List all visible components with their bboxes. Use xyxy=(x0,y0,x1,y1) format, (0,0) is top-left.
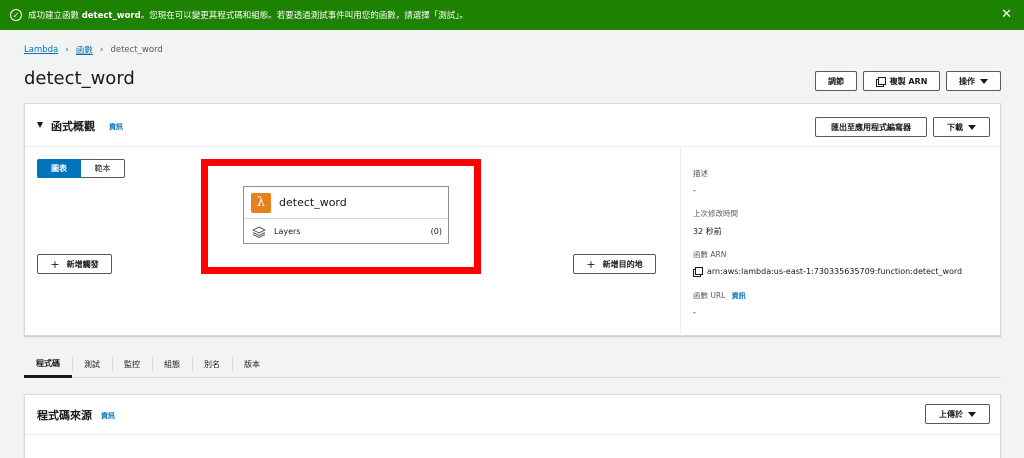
overview-info-link[interactable]: 資訊 xyxy=(109,122,123,132)
tune-button-label: 調節 xyxy=(828,76,844,86)
tab-monitor[interactable]: 監控 xyxy=(112,352,152,377)
caret-down-icon xyxy=(968,411,976,417)
function-overview-panel: 函式概觀 資訊 匯出至應用程式編寫器 下載 圖表 範本 λ detect_wor… xyxy=(24,103,1001,336)
description-label: 描述 xyxy=(693,169,708,178)
function-tabs: 程式碼 測試 監控 組態 別名 版本 xyxy=(24,352,1001,378)
tab-test[interactable]: 測試 xyxy=(72,352,112,377)
download-dropdown-button[interactable]: 下載 xyxy=(933,117,990,137)
breadcrumb-lambda[interactable]: Lambda xyxy=(24,45,58,55)
copy-icon xyxy=(875,76,886,87)
actions-dropdown-button[interactable]: 操作 xyxy=(946,71,1001,91)
code-source-header: 程式碼來源 資訊 xyxy=(25,395,1000,435)
upload-from-label: 上傳於 xyxy=(939,409,963,419)
copy-icon[interactable] xyxy=(693,267,703,277)
banner-suffix: 。您現在可以變更其程式碼和組態。若要透過測試事件叫用您的函數，請選擇「測試」。 xyxy=(140,11,468,21)
check-circle-icon: ✓ xyxy=(10,9,22,21)
last-modified-field: 上次修改時間 32 秒前 xyxy=(693,208,738,237)
function-url-label-row: 函數 URL 資訊 xyxy=(693,290,746,301)
lambda-icon: λ xyxy=(251,192,271,213)
add-destination-label: 新增目的地 xyxy=(602,259,643,269)
caret-down-icon xyxy=(968,124,976,130)
function-card-name: detect_word xyxy=(279,196,347,209)
overview-title: 函式概觀 xyxy=(51,120,95,133)
code-source-title: 程式碼來源 xyxy=(37,409,92,422)
plus-icon: + xyxy=(586,257,596,271)
add-trigger-label: 新增觸發 xyxy=(66,259,99,269)
function-card-header: λ detect_word xyxy=(244,187,448,219)
function-card[interactable]: λ detect_word Layers (0) xyxy=(243,186,449,244)
function-url-label: 函數 URL xyxy=(693,291,726,300)
layers-label: Layers xyxy=(274,227,301,236)
collapse-caret-icon[interactable] xyxy=(37,122,43,128)
export-to-composer-button[interactable]: 匯出至應用程式編寫器 xyxy=(815,117,927,137)
page-title: detect_word xyxy=(24,68,135,89)
template-view-button[interactable]: 範本 xyxy=(81,159,125,178)
function-arn-row: arn:aws:lambda:us-east-1:730335635709:fu… xyxy=(693,267,963,277)
breadcrumb-functions[interactable]: 函數 xyxy=(76,44,93,56)
layers-row[interactable]: Layers (0) xyxy=(244,219,448,244)
banner-prefix: 成功建立函數 xyxy=(28,11,82,21)
function-url-value: - xyxy=(693,308,696,317)
tab-configuration[interactable]: 組態 xyxy=(152,352,192,377)
layers-icon xyxy=(252,225,266,238)
function-arn-value: arn:aws:lambda:us-east-1:730335635709:fu… xyxy=(707,267,963,276)
description-field: 描述 - xyxy=(693,168,708,195)
function-arn-field: 函數 ARN arn:aws:lambda:us-east-1:73033563… xyxy=(693,249,963,277)
tune-button[interactable]: 調節 xyxy=(815,71,857,91)
chevron-right-icon: › xyxy=(65,45,69,55)
function-url-info-link[interactable]: 資訊 xyxy=(732,292,746,300)
tab-aliases[interactable]: 別名 xyxy=(192,352,232,377)
last-modified-label: 上次修改時間 xyxy=(693,209,738,218)
breadcrumb-current: detect_word xyxy=(110,45,163,55)
copy-arn-button[interactable]: 複製 ARN xyxy=(863,71,940,91)
view-toggle: 圖表 範本 xyxy=(37,159,125,178)
function-url-field: 函數 URL 資訊 - xyxy=(693,290,746,317)
copy-arn-label: 複製 ARN xyxy=(889,76,928,86)
description-value: - xyxy=(693,186,696,195)
close-icon[interactable]: ✕ xyxy=(1001,8,1012,21)
code-source-panel: 程式碼來源 資訊 上傳於 xyxy=(24,394,1001,458)
function-arn-label: 函數 ARN xyxy=(693,250,727,259)
upload-from-dropdown-button[interactable]: 上傳於 xyxy=(925,404,990,424)
last-modified-value: 32 秒前 xyxy=(693,227,722,236)
layers-count: (0) xyxy=(430,227,442,236)
plus-icon: + xyxy=(50,257,60,271)
banner-message: 成功建立函數 detect_word。您現在可以變更其程式碼和組態。若要透過測試… xyxy=(28,9,468,21)
details-divider xyxy=(680,147,681,336)
tab-versions[interactable]: 版本 xyxy=(232,352,272,377)
download-label: 下載 xyxy=(947,122,963,132)
caret-down-icon xyxy=(980,78,988,84)
export-button-label: 匯出至應用程式編寫器 xyxy=(831,122,911,132)
tab-code[interactable]: 程式碼 xyxy=(24,352,72,378)
actions-label: 操作 xyxy=(959,76,975,86)
add-destination-button[interactable]: + 新增目的地 xyxy=(573,254,656,274)
chevron-right-icon: › xyxy=(99,45,104,55)
banner-function-name: detect_word xyxy=(81,11,141,21)
success-banner: ✓ 成功建立函數 detect_word。您現在可以變更其程式碼和組態。若要透過… xyxy=(0,0,1024,30)
breadcrumb: Lambda › 函數 › detect_word xyxy=(24,44,163,56)
code-source-info-link[interactable]: 資訊 xyxy=(101,411,115,421)
diagram-view-button[interactable]: 圖表 xyxy=(37,159,81,178)
add-trigger-button[interactable]: + 新增觸發 xyxy=(37,254,112,274)
